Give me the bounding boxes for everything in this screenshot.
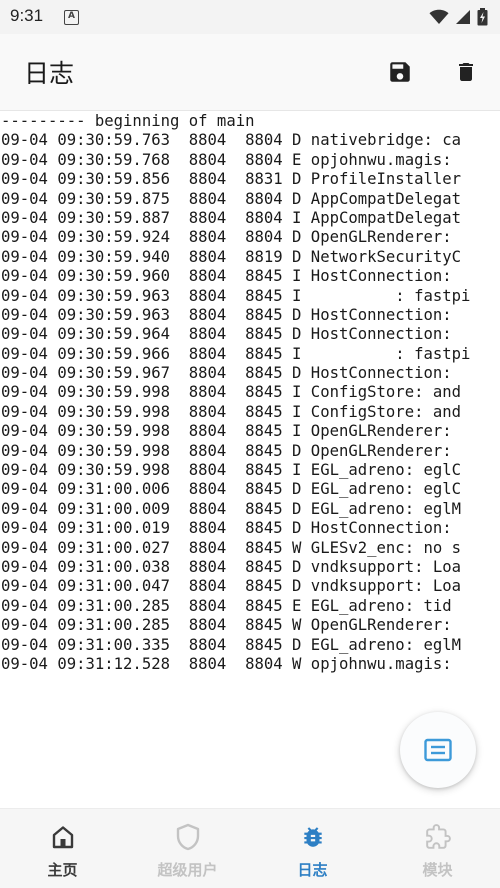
- log-line: 09-04 09:31:00.009 8804 8845 D EGL_adren…: [1, 499, 462, 518]
- log-lines: --------- beginning of main 09-04 09:30:5…: [1, 112, 500, 674]
- nav-label-superuser: 超级用户: [157, 861, 218, 879]
- log-line: 09-04 09:31:00.019 8804 8845 D HostConne…: [1, 519, 452, 538]
- log-view[interactable]: --------- beginning of main 09-04 09:30:5…: [0, 110, 500, 810]
- log-line: 09-04 09:30:59.998 8804 8845 I ConfigSto…: [1, 402, 462, 421]
- log-line: 09-04 09:30:59.887 8804 8804 I AppCompat…: [1, 208, 462, 227]
- delete-log-button[interactable]: [450, 56, 482, 88]
- bottom-navigation: 主页 超级用户 日志 模块: [0, 808, 500, 888]
- puzzle-icon: [425, 823, 451, 851]
- bug-icon: [300, 823, 326, 851]
- nav-label-log: 日志: [297, 861, 328, 879]
- log-line: 09-04 09:30:59.963 8804 8845 D HostConne…: [1, 305, 452, 324]
- log-line: 09-04 09:30:59.998 8804 8845 I ConfigSto…: [1, 383, 462, 402]
- status-bar: 9:31 A: [0, 0, 500, 34]
- nav-item-modules[interactable]: 模块: [375, 809, 500, 888]
- log-line: 09-04 09:30:59.940 8804 8819 D NetworkSe…: [1, 247, 462, 266]
- nav-item-home[interactable]: 主页: [0, 809, 125, 888]
- nav-item-log[interactable]: 日志: [250, 809, 375, 888]
- log-line: 09-04 09:30:59.998 8804 8845 I OpenGLRen…: [1, 422, 452, 441]
- log-line: 09-04 09:30:59.998 8804 8845 I EGL_adren…: [1, 461, 462, 480]
- log-line: 09-04 09:30:59.856 8804 8831 D ProfileIn…: [1, 170, 462, 189]
- log-line: 09-04 09:30:59.998 8804 8845 D OpenGLRen…: [1, 441, 452, 460]
- log-line: 09-04 09:31:12.528 8804 8804 W opjohnwu.…: [1, 654, 462, 673]
- status-indicators: [429, 7, 488, 27]
- status-time: 9:31: [10, 6, 44, 25]
- save-icon: [390, 62, 410, 82]
- log-line: 09-04 09:31:00.285 8804 8845 E EGL_adren…: [1, 596, 452, 615]
- app-bar: 日志: [0, 34, 500, 110]
- home-icon: [50, 823, 76, 851]
- log-line: 09-04 09:30:59.964 8804 8845 D HostConne…: [1, 325, 452, 344]
- nav-item-superuser[interactable]: 超级用户: [125, 809, 250, 888]
- notification-app-icon: A: [64, 10, 79, 25]
- log-line: --------- beginning of main: [1, 112, 255, 130]
- cell-signal-icon: [456, 10, 470, 24]
- log-line: 09-04 09:30:59.768 8804 8804 E opjohnwu.…: [1, 150, 452, 169]
- log-line: 09-04 09:31:00.047 8804 8845 D vndksuppo…: [1, 577, 462, 596]
- log-line: 09-04 09:31:00.335 8804 8845 D EGL_adren…: [1, 635, 462, 654]
- log-line: 09-04 09:31:00.038 8804 8845 D vndksuppo…: [1, 557, 462, 576]
- log-line: 09-04 09:30:59.924 8804 8804 D OpenGLRen…: [1, 228, 452, 247]
- wifi-icon: [429, 9, 449, 24]
- document-list-icon: [424, 738, 452, 762]
- log-line: 09-04 09:30:59.960 8804 8845 I HostConne…: [1, 267, 452, 286]
- log-line: 09-04 09:30:59.963 8804 8845 I : fastpi: [1, 286, 471, 305]
- page-title: 日志: [24, 59, 75, 88]
- nav-label-modules: 模块: [422, 861, 453, 879]
- save-log-button[interactable]: [384, 56, 416, 88]
- log-line: 09-04 09:30:59.967 8804 8845 D HostConne…: [1, 364, 452, 383]
- log-line: 09-04 09:30:59.966 8804 8845 I : fastpi: [1, 344, 471, 363]
- view-full-log-fab[interactable]: [400, 712, 476, 788]
- log-line: 09-04 09:31:00.285 8804 8845 W OpenGLRen…: [1, 616, 452, 635]
- log-line: 09-04 09:31:00.027 8804 8845 W GLESv2_en…: [1, 538, 462, 557]
- delete-icon: [459, 63, 473, 81]
- log-line: 09-04 09:31:00.006 8804 8845 D EGL_adren…: [1, 480, 462, 499]
- battery-icon: [477, 8, 488, 26]
- nav-label-home: 主页: [47, 861, 78, 879]
- shield-icon: [175, 823, 201, 851]
- app-bar-divider: [0, 110, 500, 111]
- log-line: 09-04 09:30:59.875 8804 8804 D AppCompat…: [1, 189, 462, 208]
- log-line: 09-04 09:30:59.763 8804 8804 D nativebri…: [1, 131, 462, 150]
